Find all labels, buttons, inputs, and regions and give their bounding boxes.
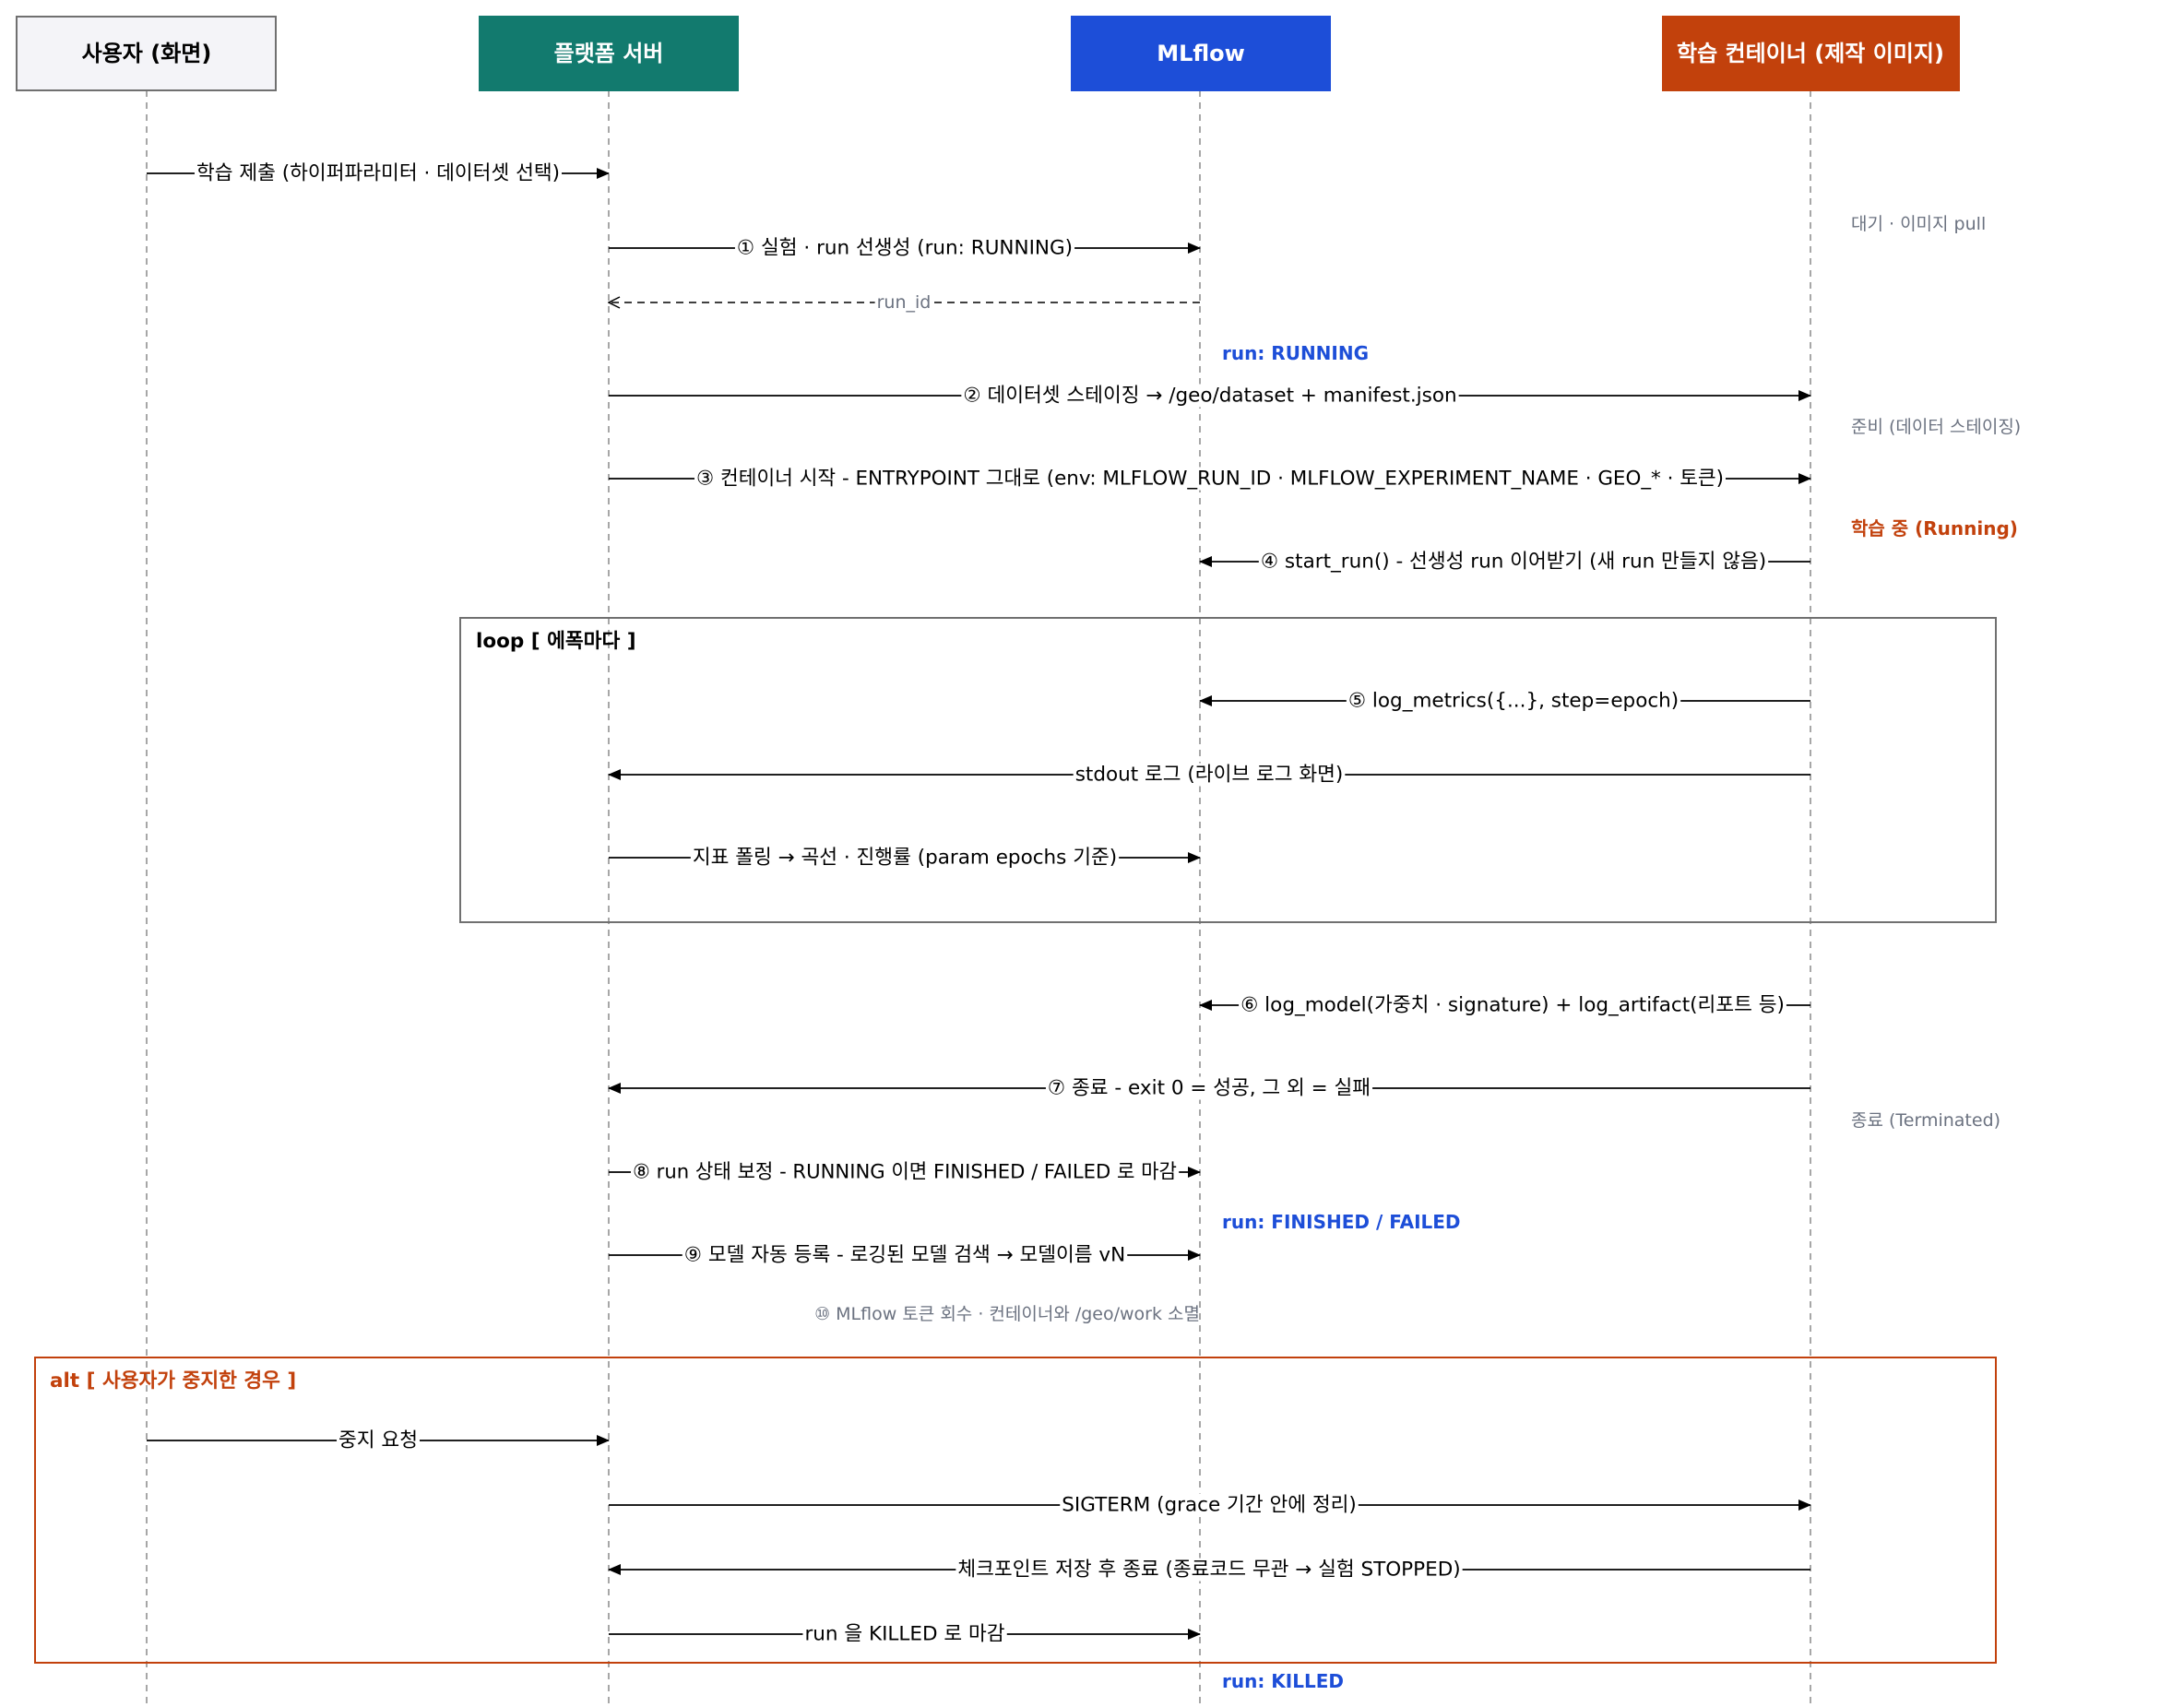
message-14: 중지 요청 <box>147 1428 610 1452</box>
message-6: ④ start_run() - 선생성 run 이어받기 (새 run 만들지 … <box>1199 550 1810 574</box>
frame-alt-box <box>34 1357 1997 1664</box>
message-12: ⑧ run 상태 보정 - RUNNING 이면 FINISHED / FAIL… <box>609 1160 1201 1184</box>
message-8-label: stdout 로그 (라이브 로그 화면) <box>1075 764 1344 787</box>
message-2-label: ① 실험 · run 선생성 (run: RUNNING) <box>737 237 1073 260</box>
participant-platform: 플랫폼 서버 <box>479 16 739 91</box>
message-16: 체크포인트 저장 후 종료 (종료코드 무관 → 실험 STOPPED) <box>608 1558 1810 1582</box>
message-11-label: ⑦ 종료 - exit 0 = 성공, 그 외 = 실패 <box>1048 1077 1371 1100</box>
message-7-label: ⑤ log_metrics({...}, step=epoch) <box>1348 690 1679 713</box>
note-run-killed: run: KILLED <box>1222 1670 1344 1692</box>
message-5-label: ③ 컨테이너 시작 - ENTRYPOINT 그대로 (env: MLFLOW_… <box>696 468 1724 491</box>
state-notes: 대기 · 이미지 pull run: RUNNING 준비 (데이터 스테이징)… <box>814 214 2021 1692</box>
message-16-label: 체크포인트 저장 후 종료 (종료코드 무관 → 실험 STOPPED) <box>957 1559 1460 1582</box>
participant-user-label: 사용자 (화면) <box>82 41 212 66</box>
note-terminated: 종료 (Terminated) <box>1851 1110 2000 1131</box>
message-5: ③ 컨테이너 시작 - ENTRYPOINT 그대로 (env: MLFLOW_… <box>609 467 1811 491</box>
message-1: 학습 제출 (하이퍼파라미터 · 데이터셋 선택) <box>147 161 610 185</box>
note-run-running: run: RUNNING <box>1222 342 1369 364</box>
message-4: ② 데이터셋 스테이징 → /geo/dataset + manifest.js… <box>609 384 1811 408</box>
frame-loop-label: loop [ 에폭마다 ] <box>476 630 636 653</box>
sequence-diagram: 사용자 (화면) 플랫폼 서버 MLflow 학습 컨테이너 (제작 이미지) … <box>16 16 2021 1707</box>
frame-alt: alt [ 사용자가 중지한 경우 ] <box>34 1357 1997 1664</box>
participant-mlflow: MLflow <box>1071 16 1331 91</box>
participant-container-label: 학습 컨테이너 (제작 이미지) <box>1677 41 1944 66</box>
note-preparing: 준비 (데이터 스테이징) <box>1851 417 2021 437</box>
message-6-label: ④ start_run() - 선생성 run 이어받기 (새 run 만들지 … <box>1261 551 1766 574</box>
note-token-revoke: ⑩ MLflow 토큰 회수 · 컨테이너와 /geo/work 소멸 <box>814 1304 1200 1324</box>
message-17-label: run 을 KILLED 로 마감 <box>804 1623 1004 1646</box>
message-11: ⑦ 종료 - exit 0 = 성공, 그 외 = 실패 <box>608 1076 1810 1100</box>
message-14-label: 중지 요청 <box>338 1429 418 1452</box>
note-waiting-image-pull: 대기 · 이미지 pull <box>1851 214 1986 234</box>
message-8: stdout 로그 (라이브 로그 화면) <box>608 763 1810 787</box>
message-1-label: 학습 제출 (하이퍼파라미터 · 데이터셋 선택) <box>196 162 560 185</box>
messages: 학습 제출 (하이퍼파라미터 · 데이터셋 선택) ① 실험 · run 선생성… <box>147 161 1811 1646</box>
note-training-running: 학습 중 (Running) <box>1851 517 2018 539</box>
participant-user: 사용자 (화면) <box>16 16 277 91</box>
message-7: ⑤ log_metrics({...}, step=epoch) <box>1199 689 1810 713</box>
message-15: SIGTERM (grace 기간 안에 정리) <box>609 1493 1811 1517</box>
message-4-label: ② 데이터셋 스테이징 → /geo/dataset + manifest.js… <box>963 385 1456 408</box>
message-17: run 을 KILLED 로 마감 <box>609 1622 1201 1646</box>
message-3-label: run_id <box>877 292 932 313</box>
message-15-label: SIGTERM (grace 기간 안에 정리) <box>1062 1494 1357 1517</box>
message-9-label: 지표 폴링 → 곡선 · 진행률 (param epochs 기준) <box>693 847 1117 870</box>
message-2: ① 실험 · run 선생성 (run: RUNNING) <box>609 236 1201 260</box>
lifelines <box>146 90 1811 1707</box>
message-12-label: ⑧ run 상태 보정 - RUNNING 이면 FINISHED / FAIL… <box>633 1161 1177 1184</box>
message-3: run_id <box>609 292 1200 313</box>
note-run-finished-failed: run: FINISHED / FAILED <box>1222 1211 1461 1233</box>
message-13: ⑨ 모델 자동 등록 - 로깅된 모델 검색 → 모델이름 vN <box>609 1243 1201 1267</box>
message-13-label: ⑨ 모델 자동 등록 - 로깅된 모델 검색 → 모델이름 vN <box>684 1244 1125 1267</box>
message-9: 지표 폴링 → 곡선 · 진행률 (param epochs 기준) <box>609 846 1201 870</box>
message-10-label: ⑥ log_model(가중치 · signature) + log_artif… <box>1240 994 1785 1017</box>
message-10: ⑥ log_model(가중치 · signature) + log_artif… <box>1199 993 1810 1017</box>
participant-platform-label: 플랫폼 서버 <box>554 41 664 66</box>
participants: 사용자 (화면) 플랫폼 서버 MLflow 학습 컨테이너 (제작 이미지) <box>16 16 1960 91</box>
participant-container: 학습 컨테이너 (제작 이미지) <box>1662 16 1960 91</box>
participant-mlflow-label: MLflow <box>1157 41 1245 66</box>
frame-alt-label: alt [ 사용자가 중지한 경우 ] <box>50 1369 296 1393</box>
